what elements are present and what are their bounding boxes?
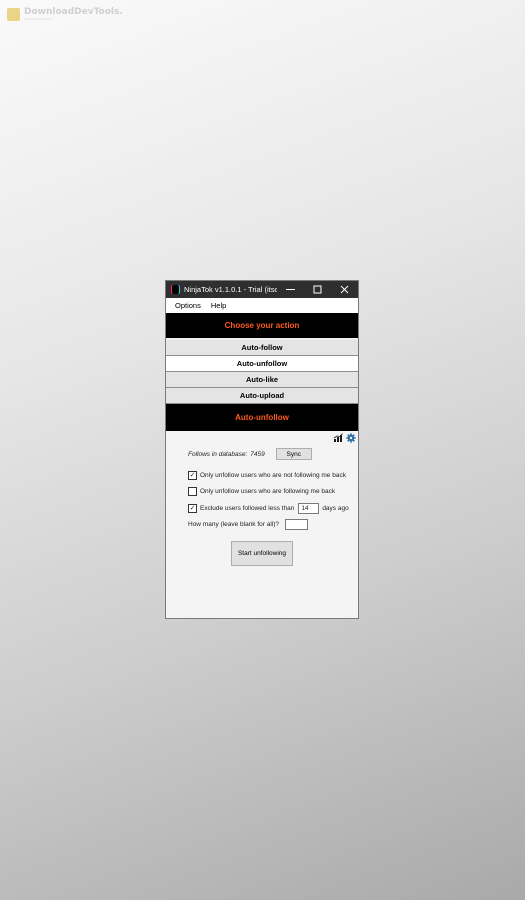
tool-icons <box>333 433 356 443</box>
app-logo-icon <box>171 285 180 294</box>
exclude-recent-row[interactable]: ✓ Exclude users followed less than 14 da… <box>188 503 349 514</box>
choose-action-header: Choose your action <box>166 313 358 338</box>
app-window: NinjaTok v1.1.0.1 - Trial (itscl... Opti… <box>166 281 358 618</box>
window-title: NinjaTok v1.1.0.1 - Trial (itscl... <box>184 285 277 294</box>
not-following-back-label: Only unfollow users who are not followin… <box>200 472 346 479</box>
minimize-button[interactable] <box>277 281 304 298</box>
days-input[interactable]: 14 <box>298 503 320 514</box>
following-back-checkbox[interactable] <box>188 487 197 496</box>
auto-unfollow-panel: Follows in database: 7459 Sync ✓ Only un… <box>166 431 358 614</box>
follows-label: Follows in database: <box>188 450 248 458</box>
auto-unfollow-button[interactable]: Auto-unfollow <box>166 356 358 372</box>
exclude-recent-checkbox[interactable]: ✓ <box>188 504 197 513</box>
auto-follow-button[interactable]: Auto-follow <box>166 340 358 356</box>
auto-like-button[interactable]: Auto-like <box>166 372 358 388</box>
exclude-recent-label: Exclude users followed less than <box>200 505 295 512</box>
menu-item-options[interactable]: Options <box>170 298 206 313</box>
watermark-text: DownloadDevTools. <box>24 7 123 17</box>
follows-stats-row: Follows in database: 7459 Sync <box>188 448 312 460</box>
title-bar[interactable]: NinjaTok v1.1.0.1 - Trial (itscl... <box>166 281 358 298</box>
watermark-subtext: Download Everything <box>24 17 53 21</box>
maximize-icon <box>313 285 322 294</box>
close-icon <box>340 285 349 294</box>
chart-icon[interactable] <box>333 433 343 443</box>
following-back-label: Only unfollow users who are following me… <box>200 488 336 495</box>
days-suffix-label: days ago <box>322 505 349 512</box>
how-many-row: How many (leave blank for all)? <box>188 519 309 530</box>
maximize-button[interactable] <box>304 281 331 298</box>
menu-item-help[interactable]: Help <box>206 298 231 313</box>
how-many-label: How many (leave blank for all)? <box>188 521 280 528</box>
gear-icon[interactable] <box>346 433 356 443</box>
start-unfollowing-button[interactable]: Start unfollowing <box>231 541 293 566</box>
auto-upload-button[interactable]: Auto-upload <box>166 388 358 404</box>
watermark-logo-icon <box>7 8 20 21</box>
close-button[interactable] <box>331 281 358 298</box>
follows-count: 7459 <box>250 450 265 458</box>
sync-button[interactable]: Sync <box>275 448 312 460</box>
not-following-back-checkbox[interactable]: ✓ <box>188 471 197 480</box>
section-title: Auto-unfollow <box>166 404 358 431</box>
how-many-input[interactable] <box>285 519 309 530</box>
watermark: DownloadDevTools. Download Everything <box>7 7 123 21</box>
minimize-icon <box>286 289 295 290</box>
menu-bar: Options Help <box>166 298 358 313</box>
not-following-back-row[interactable]: ✓ Only unfollow users who are not follow… <box>188 471 346 480</box>
following-back-row[interactable]: Only unfollow users who are following me… <box>188 487 335 496</box>
